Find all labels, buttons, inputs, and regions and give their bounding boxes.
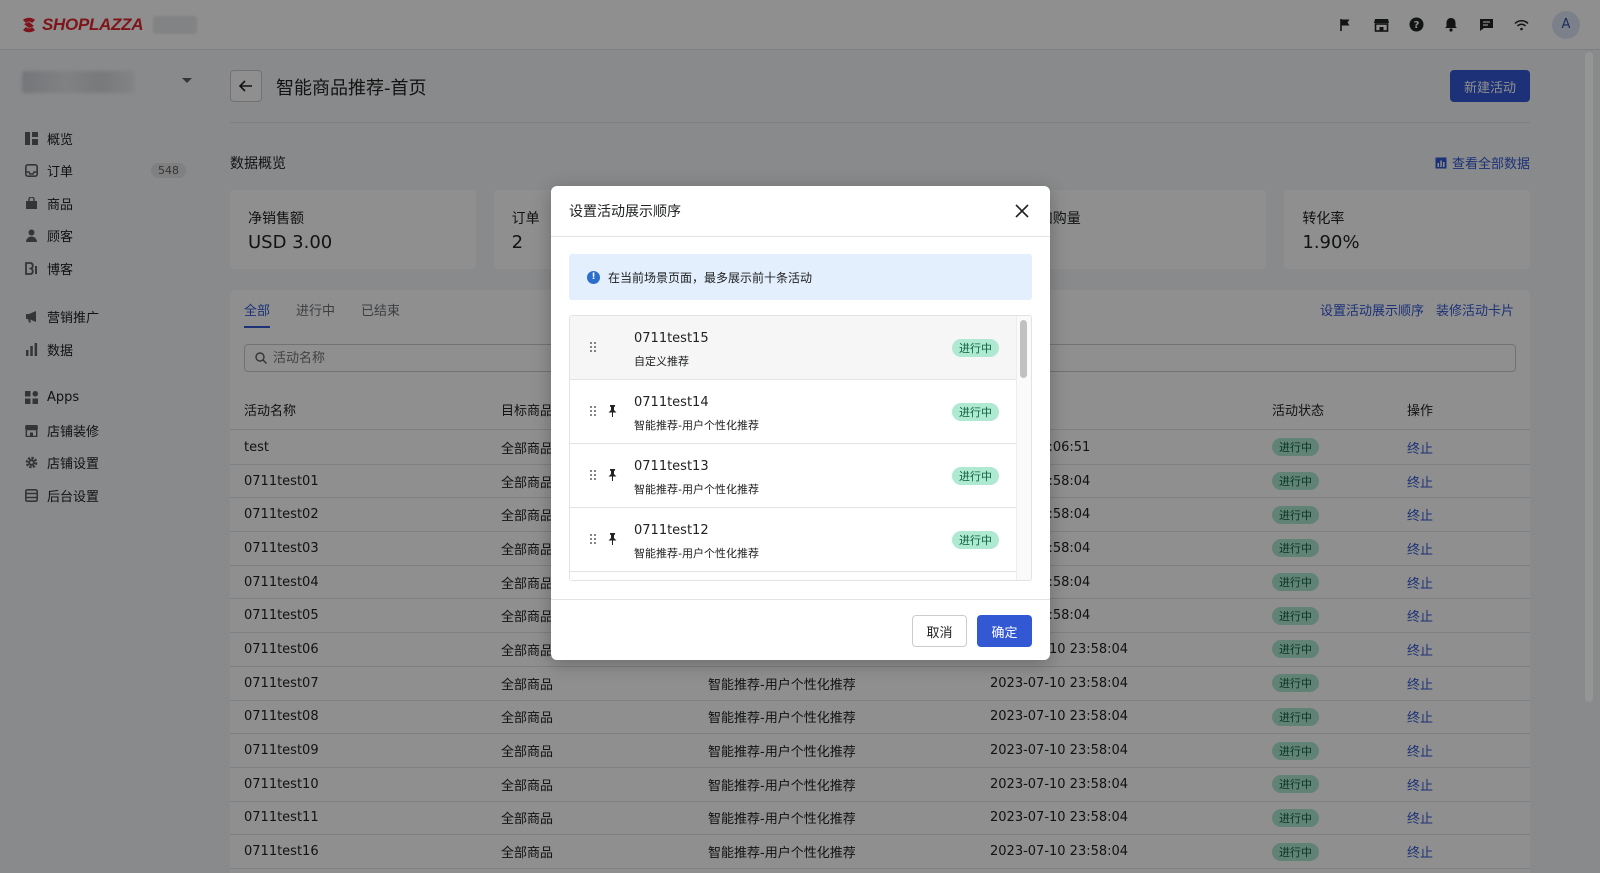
pin-icon[interactable] (608, 469, 617, 485)
status-badge: 进行中 (952, 467, 999, 485)
list-item-title: 0711test15 (634, 331, 709, 346)
list-item-title: 0711test13 (634, 459, 709, 474)
sortable-list-item[interactable]: 0711test12 智能推荐-用户个性化推荐 进行中 (570, 508, 1017, 572)
info-banner-text: 在当前场景页面，最多展示前十条活动 (608, 270, 813, 285)
list-item-subtitle: 智能推荐-用户个性化推荐 (634, 483, 759, 496)
modal-footer: 取消 确定 (551, 599, 1050, 660)
list-scrollbar[interactable] (1016, 316, 1031, 580)
display-order-modal: 设置活动展示顺序 ! 在当前场景页面，最多展示前十条活动 0711test15 自… (551, 186, 1050, 660)
sortable-list-item[interactable]: 0711test15 自定义推荐 进行中 (570, 316, 1017, 380)
list-scrollbar-thumb[interactable] (1020, 320, 1027, 378)
page-scrollbar[interactable] (1585, 52, 1593, 702)
info-icon: ! (587, 270, 600, 284)
info-banner: ! 在当前场景页面，最多展示前十条活动 (569, 254, 1032, 300)
drag-handle-icon[interactable] (590, 469, 596, 484)
status-badge: 进行中 (952, 339, 999, 357)
drag-handle-icon[interactable] (590, 405, 596, 420)
confirm-button[interactable]: 确定 (977, 615, 1032, 647)
list-item-subtitle: 自定义推荐 (634, 355, 689, 368)
list-item-title: 0711test12 (634, 523, 709, 538)
list-item-subtitle: 智能推荐-用户个性化推荐 (634, 419, 759, 432)
modal-header: 设置活动展示顺序 (551, 186, 1050, 237)
modal-title: 设置活动展示顺序 (569, 204, 681, 220)
drag-handle-icon[interactable] (590, 341, 596, 356)
sortable-list-items: 0711test15 自定义推荐 进行中 0711test14 智能推荐-用户个性化推荐… (570, 316, 1017, 572)
cancel-button[interactable]: 取消 (912, 615, 967, 647)
pin-icon[interactable] (608, 405, 617, 421)
drag-handle-icon[interactable] (590, 533, 596, 548)
sortable-list-item[interactable]: 0711test14 智能推荐-用户个性化推荐 进行中 (570, 380, 1017, 444)
status-badge: 进行中 (952, 403, 999, 421)
close-icon[interactable] (1012, 201, 1032, 221)
sortable-list: 0711test15 自定义推荐 进行中 0711test14 智能推荐-用户个性化推荐… (569, 315, 1032, 581)
list-item-title: 0711test14 (634, 395, 709, 410)
pin-icon[interactable] (608, 533, 617, 549)
status-badge: 进行中 (952, 531, 999, 549)
list-item-subtitle: 智能推荐-用户个性化推荐 (634, 547, 759, 560)
sortable-list-item[interactable]: 0711test13 智能推荐-用户个性化推荐 进行中 (570, 444, 1017, 508)
